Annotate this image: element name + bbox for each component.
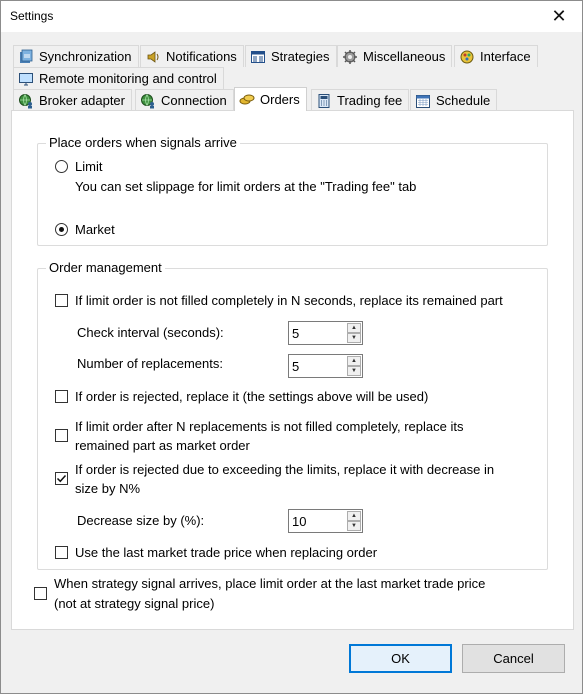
check-interval-stepper[interactable]: 5 ▲ ▼: [288, 321, 363, 345]
order-management-group: Order management If limit order is not f…: [37, 260, 548, 570]
stepper-up-icon[interactable]: ▲: [347, 323, 361, 333]
tab-strategies[interactable]: Strategies: [245, 45, 337, 67]
tab-connection[interactable]: Connection: [135, 89, 234, 111]
tab-miscellaneous[interactable]: Miscellaneous: [337, 45, 453, 67]
place-orders-group-title: Place orders when signals arrive: [46, 135, 240, 150]
close-button[interactable]: ✕: [536, 1, 582, 32]
limit-hint-text: You can set slippage for limit orders at…: [75, 179, 417, 194]
tab-interface[interactable]: Interface: [454, 45, 538, 67]
replacements-label: Number of replacements:: [77, 356, 223, 371]
tab-orders[interactable]: Orders: [234, 87, 307, 111]
title-bar: Settings ✕: [1, 1, 582, 32]
tab-trading-fee[interactable]: Trading fee: [311, 89, 410, 111]
sync-icon: [18, 49, 34, 65]
tab-synchronization[interactable]: Synchronization: [13, 45, 139, 67]
decrease-size-value: 10: [292, 514, 307, 529]
decrease-label-line2: size by N%: [75, 481, 141, 496]
place-orders-group: Place orders when signals arrive Limit Y…: [37, 135, 548, 246]
tab-label: Connection: [161, 93, 227, 108]
stepper-down-icon[interactable]: ▼: [347, 366, 361, 376]
globe-person-icon: [18, 93, 34, 109]
tab-label: Trading fee: [337, 93, 403, 108]
last-price-replace-checkbox[interactable]: [55, 546, 68, 559]
replace-unfilled-checkbox[interactable]: [55, 294, 68, 307]
tab-label: Interface: [480, 49, 531, 64]
tab-label: Notifications: [166, 49, 237, 64]
tab-remote-monitoring[interactable]: Remote monitoring and control: [13, 67, 224, 89]
check-interval-value: 5: [292, 326, 300, 341]
decrease-label-line1: If order is rejected due to exceeding th…: [75, 462, 495, 477]
tab-broker-adapter[interactable]: Broker adapter: [13, 89, 132, 111]
last-price-replace-label: Use the last market trade price when rep…: [75, 545, 378, 560]
limit-radio[interactable]: [55, 160, 68, 173]
orders-tab-panel: Place orders when signals arrive Limit Y…: [11, 110, 574, 630]
check-interval-label: Check interval (seconds):: [77, 325, 224, 340]
market-radio-label: Market: [75, 222, 115, 237]
tab-notifications[interactable]: Notifications: [140, 45, 244, 67]
tab-label: Broker adapter: [39, 93, 125, 108]
tab-label: Orders: [260, 92, 300, 107]
checkmark-icon: [56, 474, 67, 483]
market-after-label-line1: If limit order after N replacements is n…: [75, 419, 464, 434]
tab-label: Miscellaneous: [363, 49, 446, 64]
tab-schedule[interactable]: Schedule: [410, 89, 498, 111]
market-radio[interactable]: [55, 223, 68, 236]
strategy-signal-label-line2: (not at strategy signal price): [54, 596, 215, 611]
calendar-icon: [415, 93, 431, 109]
coins-icon: [239, 92, 255, 108]
globe-person-icon: [140, 93, 156, 109]
strategy-signal-label-line1: When strategy signal arrives, place limi…: [54, 576, 486, 591]
decrease-size-stepper[interactable]: 10 ▲ ▼: [288, 509, 363, 533]
decrease-size-label: Decrease size by (%):: [77, 513, 205, 528]
replace-rejected-checkbox[interactable]: [55, 390, 68, 403]
market-after-label-line2: remained part as market order: [75, 438, 250, 453]
window-title: Settings: [10, 9, 54, 23]
tab-label: Synchronization: [39, 49, 132, 64]
replacements-value: 5: [292, 359, 300, 374]
strategy-signal-checkbox[interactable]: [34, 587, 47, 600]
stepper-up-icon[interactable]: ▲: [347, 356, 361, 366]
settings-dialog: Settings ✕ Synchronization Notifications…: [0, 0, 583, 694]
limit-radio-label: Limit: [75, 159, 103, 174]
calculator-icon: [316, 93, 332, 109]
palette-icon: [459, 49, 475, 65]
stepper-up-icon[interactable]: ▲: [347, 511, 361, 521]
decrease-size-checkbox[interactable]: [55, 472, 68, 485]
replacements-stepper[interactable]: 5 ▲ ▼: [288, 354, 363, 378]
stepper-down-icon[interactable]: ▼: [347, 333, 361, 343]
cancel-button[interactable]: Cancel: [462, 644, 565, 673]
order-management-group-title: Order management: [46, 260, 165, 275]
replace-unfilled-label: If limit order is not filled completely …: [75, 293, 503, 308]
tab-label: Remote monitoring and control: [39, 71, 217, 86]
gear-icon: [342, 49, 358, 65]
monitor-icon: [18, 71, 34, 87]
replace-rejected-label: If order is rejected, replace it (the se…: [75, 389, 429, 404]
ok-button[interactable]: OK: [349, 644, 452, 673]
tab-label: Schedule: [436, 93, 491, 108]
grid-icon: [250, 49, 266, 65]
stepper-down-icon[interactable]: ▼: [347, 521, 361, 531]
tab-label: Strategies: [271, 49, 330, 64]
market-after-replacements-checkbox[interactable]: [55, 429, 68, 442]
speaker-icon: [145, 49, 161, 65]
